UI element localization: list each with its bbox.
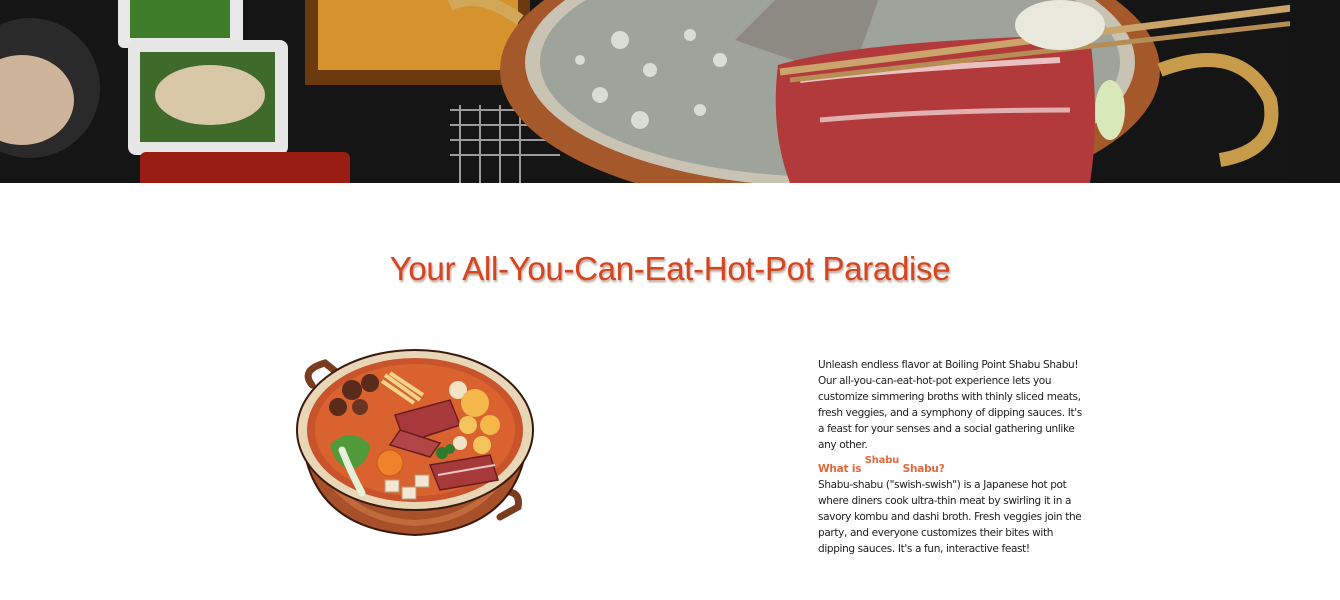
subhead-suffix: Shabu? (902, 463, 945, 475)
hot-pot-photo (0, 0, 1340, 183)
shabu-description: Shabu-shabu ("swish-swish") is a Japanes… (818, 479, 1082, 555)
page-title: Your All-You-Can-Eat-Hot-Pot Paradise (389, 250, 951, 287)
hot-pot-illustration (290, 345, 535, 545)
hero-banner-image (0, 0, 1340, 183)
subhead-prefix: What is (818, 463, 862, 475)
intro-copy: Unleash endless flavor at Boiling Point … (818, 357, 1090, 557)
intro-paragraph: Unleash endless flavor at Boiling Point … (818, 359, 1082, 451)
subhead-raised-word: Shabu (864, 455, 900, 466)
what-is-shabu-heading: What is Shabu Shabu? (818, 453, 1090, 477)
